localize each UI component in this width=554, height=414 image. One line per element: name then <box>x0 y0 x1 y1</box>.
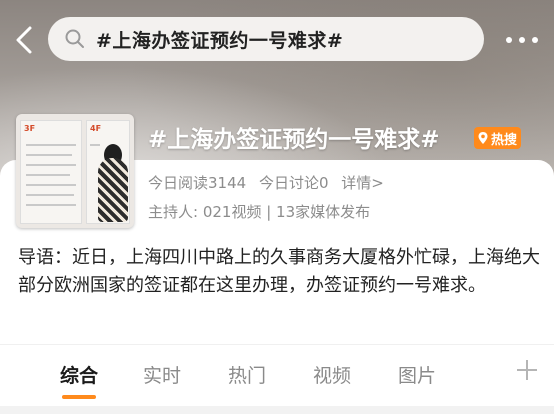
floor-number: 4F <box>90 124 102 133</box>
tab-realtime[interactable]: 实时 <box>143 361 181 388</box>
floor-number: 3F <box>24 124 36 133</box>
tab-images[interactable]: 图片 <box>398 361 436 388</box>
topic-host[interactable]: 主持人: 021视频 | 13家媒体发布 <box>148 201 370 222</box>
more-button[interactable] <box>500 26 544 54</box>
back-button[interactable] <box>8 22 40 58</box>
discussions-count: 今日讨论0 <box>258 174 329 192</box>
bottom-divider <box>0 406 554 414</box>
search-input[interactable]: #上海办签证预约一号难求# <box>48 17 484 61</box>
details-link[interactable]: 详情> <box>341 174 384 192</box>
topic-thumbnail[interactable]: 3F 4F <box>16 114 134 228</box>
hot-search-label: 热搜 <box>491 132 518 148</box>
topic-intro: 导语：近日，上海四川中路上的久事商务大厦格外忙碌，上海绝大部分欧洲国家的签证都在… <box>18 247 540 296</box>
topic-title: #上海办签证预约一号难求# <box>148 127 440 153</box>
top-bar: #上海办签证预约一号难求# <box>0 0 554 84</box>
search-icon <box>65 29 84 48</box>
topic-stats: 今日阅读3144 今日讨论0 详情> <box>148 172 392 193</box>
hot-search-badge[interactable]: 热搜 <box>474 127 522 149</box>
reads-count: 今日阅读3144 <box>148 174 247 192</box>
tab-hot[interactable]: 热门 <box>228 361 266 388</box>
more-dots-icon <box>506 37 538 43</box>
floor-directory-board <box>20 120 82 224</box>
tab-comprehensive[interactable]: 综合 <box>60 361 98 388</box>
person-figure <box>98 158 128 222</box>
tab-bar: 综合 实时 热门 视频 图片 <box>0 344 554 406</box>
plus-icon[interactable] <box>514 357 540 383</box>
location-pin-icon <box>478 132 488 144</box>
back-arrow-icon <box>16 26 32 54</box>
tab-video[interactable]: 视频 <box>313 361 351 388</box>
search-query: #上海办签证预约一号难求# <box>96 29 344 52</box>
active-tab-indicator <box>62 395 96 399</box>
